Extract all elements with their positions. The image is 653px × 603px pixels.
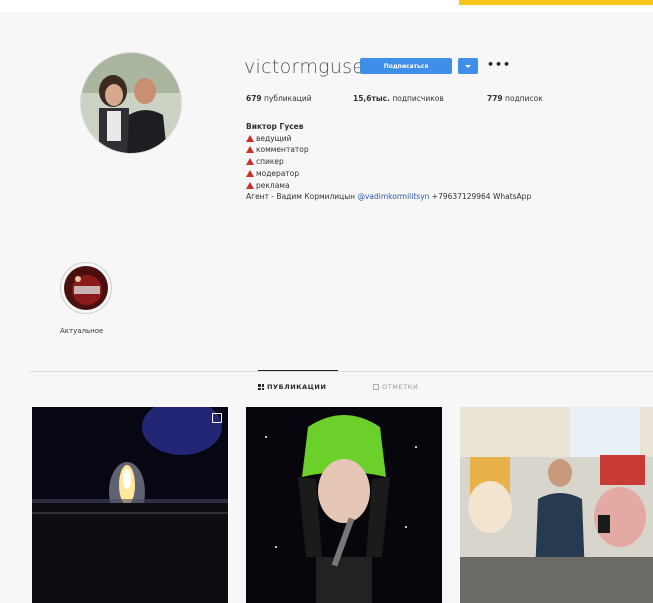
grid-icon: [258, 384, 264, 390]
warning-triangle-icon: [246, 134, 254, 142]
tab-tagged[interactable]: ОТМЕТКИ: [373, 383, 418, 391]
agent-handle-link[interactable]: @vadimkormilitsyn: [357, 192, 429, 201]
post-thumbnail[interactable]: [246, 407, 442, 603]
warning-triangle-icon: [246, 169, 254, 177]
multiple-photos-icon: [212, 413, 222, 423]
warning-triangle-icon: [246, 146, 254, 154]
post-thumbnail[interactable]: [32, 407, 228, 603]
bio-role: модератор: [246, 168, 531, 180]
bio-role: спикер: [246, 156, 531, 168]
highlight-label: Актуальное: [60, 327, 104, 335]
follow-button[interactable]: Подписаться: [360, 58, 452, 74]
yellow-tab-bar: [459, 0, 653, 5]
story-highlight[interactable]: [60, 262, 112, 314]
warning-triangle-icon: [246, 181, 254, 189]
profile-avatar[interactable]: [80, 52, 182, 154]
warning-triangle-icon: [246, 158, 254, 166]
posts-count: 679 публикаций: [246, 94, 312, 103]
profile-username: victormgusev: [244, 56, 376, 78]
tagged-icon: [373, 384, 379, 390]
suggestions-dropdown-button[interactable]: [458, 58, 478, 74]
bio-role: реклама: [246, 180, 531, 192]
bio-role: ведущий: [246, 133, 531, 145]
post-thumbnail[interactable]: [460, 407, 653, 603]
active-tab-indicator: [258, 370, 338, 371]
bio-role: комментатор: [246, 144, 531, 156]
tab-posts[interactable]: ПУБЛИКАЦИИ: [258, 383, 327, 391]
profile-full-name: Виктор Гусев: [246, 122, 304, 131]
followers-count[interactable]: 15,6тыс. подписчиков: [353, 94, 444, 103]
more-options-button[interactable]: •••: [487, 59, 511, 70]
chevron-down-icon: [465, 64, 471, 68]
following-count[interactable]: 779 подписок: [487, 94, 543, 103]
tabs-divider: [30, 371, 653, 372]
bio-agent: Агент - Вадим Кормилицын @vadimkormilits…: [246, 192, 532, 202]
profile-bio: Виктор Гусев ведущий комментатор спикер …: [246, 121, 531, 203]
